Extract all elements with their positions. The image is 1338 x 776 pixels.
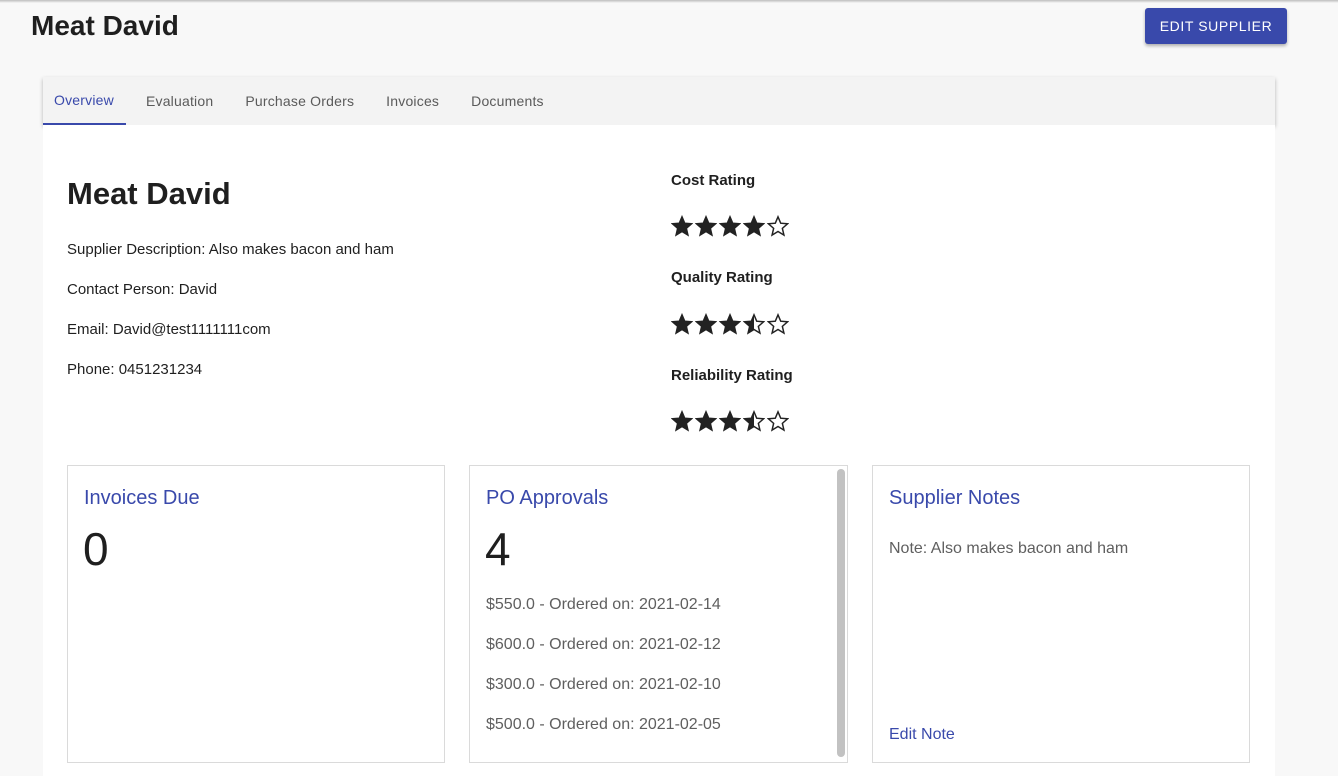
reliability-rating-label: Reliability Rating <box>671 367 793 384</box>
star-full-icon <box>719 313 741 335</box>
quality-rating-label: Quality Rating <box>671 269 773 286</box>
star-full-icon <box>719 215 741 237</box>
quality-rating-stars <box>671 313 789 335</box>
supplier-note-text: Note: Also makes bacon and ham <box>889 540 1129 557</box>
tab-documents[interactable]: Documents <box>455 77 560 125</box>
star-full-icon <box>695 215 717 237</box>
po-approvals-count: 4 <box>485 523 511 575</box>
contact-person: Contact Person: David <box>67 281 218 298</box>
star-full-icon <box>743 215 765 237</box>
edit-supplier-button[interactable]: EDIT SUPPLIER <box>1145 8 1287 44</box>
invoices-due-card: Invoices Due 0 <box>67 465 445 763</box>
star-empty-icon <box>767 215 789 237</box>
email: Email: David@test1111111com <box>67 321 271 338</box>
star-full-icon <box>671 313 693 335</box>
tab-evaluation[interactable]: Evaluation <box>126 77 229 125</box>
po-item[interactable]: $300.0 - Ordered on: 2021-02-10 <box>486 675 721 695</box>
star-half-icon <box>743 410 765 432</box>
overview-panel: Meat David Supplier Description: Also ma… <box>43 125 1275 776</box>
page-title: Meat David <box>31 10 179 41</box>
star-full-icon <box>671 215 693 237</box>
star-full-icon <box>695 313 717 335</box>
star-empty-icon <box>767 313 789 335</box>
star-empty-icon <box>767 410 789 432</box>
edit-note-link[interactable]: Edit Note <box>889 725 955 745</box>
po-item[interactable]: $550.0 - Ordered on: 2021-02-14 <box>486 595 721 615</box>
po-approvals-card: PO Approvals 4 $550.0 - Ordered on: 2021… <box>469 465 848 763</box>
invoices-due-count: 0 <box>83 523 109 575</box>
reliability-rating-stars <box>671 410 789 432</box>
tab-bar: Overview Evaluation Purchase Orders Invo… <box>43 77 1275 125</box>
supplier-description: Supplier Description: Also makes bacon a… <box>67 241 394 258</box>
po-item[interactable]: $600.0 - Ordered on: 2021-02-12 <box>486 635 721 655</box>
po-approvals-scrollbar[interactable] <box>837 469 845 757</box>
supplier-name: Meat David <box>67 176 231 211</box>
cost-rating-stars <box>671 215 789 237</box>
star-full-icon <box>719 410 741 432</box>
tab-invoices[interactable]: Invoices <box>370 77 455 125</box>
cost-rating-label: Cost Rating <box>671 172 756 189</box>
po-approvals-title: PO Approvals <box>486 487 609 509</box>
top-edge-shadow <box>0 0 1338 3</box>
phone: Phone: 0451231234 <box>67 361 203 378</box>
supplier-notes-title: Supplier Notes <box>889 487 1021 509</box>
po-item[interactable]: $500.0 - Ordered on: 2021-02-05 <box>486 715 721 735</box>
invoices-due-title: Invoices Due <box>84 487 200 509</box>
tab-overview[interactable]: Overview <box>43 77 126 125</box>
star-half-icon <box>743 313 765 335</box>
supplier-notes-card: Supplier Notes Note: Also makes bacon an… <box>872 465 1250 763</box>
tab-purchase-orders[interactable]: Purchase Orders <box>229 77 370 125</box>
star-full-icon <box>695 410 717 432</box>
star-full-icon <box>671 410 693 432</box>
